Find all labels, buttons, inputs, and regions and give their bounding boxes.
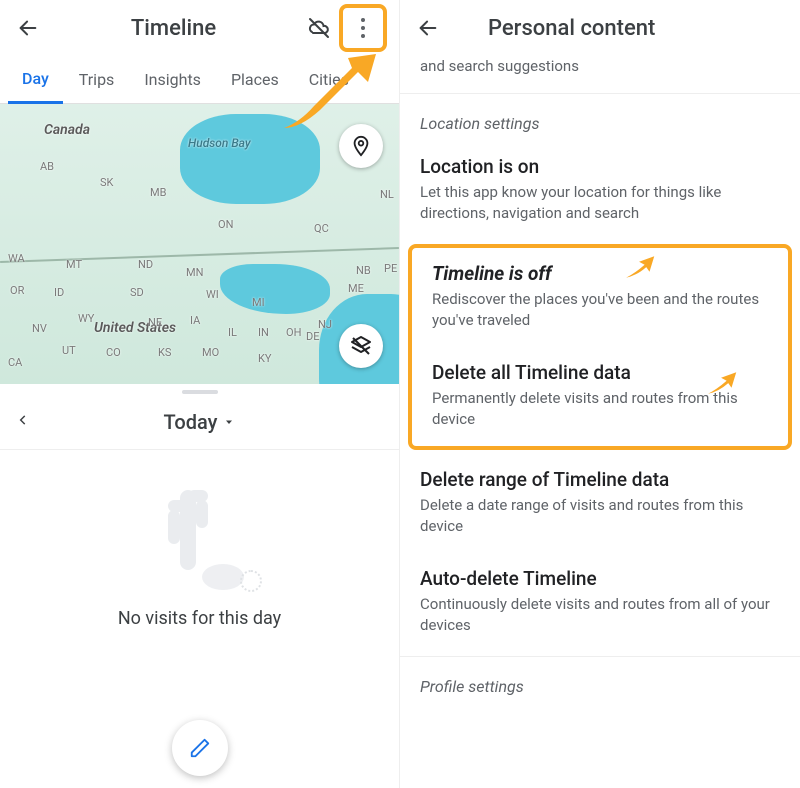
pencil-icon <box>189 737 211 759</box>
back-button[interactable] <box>408 8 448 48</box>
map-label-us: United States <box>94 320 176 336</box>
setting-title: Location is on <box>420 155 780 178</box>
setting-desc: Delete a date range of visits and routes… <box>420 495 780 537</box>
map-water <box>220 264 330 314</box>
empty-illustration <box>140 480 260 600</box>
map-label: CO <box>106 346 121 359</box>
map-label: NJ <box>318 318 332 331</box>
map-label: SD <box>130 286 144 299</box>
setting-auto-delete[interactable]: Auto-delete Timeline Continuously delete… <box>400 553 800 652</box>
setting-desc: Let this app know your location for thin… <box>420 182 780 224</box>
setting-timeline-toggle[interactable]: Timeline is off Rediscover the places yo… <box>412 248 788 347</box>
page-title: Personal content <box>488 16 655 41</box>
map-label: WY <box>78 312 94 325</box>
map-label: UT <box>62 344 76 357</box>
annotation-arrow-icon <box>701 363 743 405</box>
setting-title: Auto-delete Timeline <box>420 567 780 590</box>
arrow-left-icon <box>417 17 439 39</box>
map-label: WA <box>8 252 25 265</box>
map-label: MI <box>252 296 265 309</box>
personal-content-header: Personal content <box>400 0 800 56</box>
map-label: OH <box>286 326 301 339</box>
map-label-canada: Canada <box>44 122 90 138</box>
date-selector-row: Today <box>0 394 399 450</box>
map-label: NE <box>148 316 162 329</box>
map-label: SK <box>100 176 113 189</box>
map-label: ME <box>348 282 364 295</box>
setting-desc: Continuously delete visits and routes fr… <box>420 594 780 636</box>
map-label: PE <box>384 262 397 275</box>
empty-state: No visits for this day <box>0 450 399 629</box>
location-pin-button[interactable] <box>339 124 383 168</box>
layers-button[interactable] <box>339 324 383 368</box>
arrow-left-icon <box>17 17 39 39</box>
map-label: NV <box>32 322 47 335</box>
annotation-arrow-icon <box>619 247 661 289</box>
chevron-left-icon <box>16 413 30 427</box>
setting-title: Delete range of Timeline data <box>420 468 780 491</box>
map-label: IA <box>190 314 200 327</box>
map-label: MO <box>202 346 219 359</box>
map-label: NL <box>380 188 394 201</box>
map-view[interactable]: Canada Hudson Bay United States AB SK MB… <box>0 104 399 384</box>
overflow-menu-button[interactable] <box>339 4 387 52</box>
setting-delete-range[interactable]: Delete range of Timeline data Delete a d… <box>400 454 800 553</box>
back-button[interactable] <box>8 8 48 48</box>
tab-day[interactable]: Day <box>8 56 63 104</box>
layers-off-icon <box>349 334 373 358</box>
divider <box>400 656 800 657</box>
map-label: KS <box>158 346 171 359</box>
personal-content-screen: Personal content and search suggestions … <box>400 0 800 788</box>
map-label-hudson-bay: Hudson Bay <box>188 136 251 150</box>
cloud-off-icon <box>307 16 331 40</box>
map-label: KY <box>258 352 272 365</box>
previous-day-button[interactable] <box>16 411 30 432</box>
map-label: MT <box>66 258 82 271</box>
map-label: IL <box>228 326 237 339</box>
empty-state-text: No visits for this day <box>118 608 281 629</box>
annotation-highlight-box: Timeline is off Rediscover the places yo… <box>408 244 792 450</box>
date-label-text: Today <box>164 410 218 434</box>
edit-fab[interactable] <box>172 720 228 776</box>
map-label: MB <box>150 186 166 199</box>
setting-location[interactable]: Location is on Let this app know your lo… <box>400 141 800 240</box>
map-label: QC <box>314 222 329 235</box>
section-header-profile: Profile settings <box>400 661 800 696</box>
setting-desc: Rediscover the places you've been and th… <box>432 289 768 331</box>
map-label: OR <box>10 284 24 297</box>
timeline-screen: Timeline Day Trips Insights Places Citie… <box>0 0 400 788</box>
tab-insights[interactable]: Insights <box>130 56 215 104</box>
map-label: MN <box>186 266 203 279</box>
incognito-toggle[interactable] <box>299 8 339 48</box>
map-label: ON <box>218 218 233 231</box>
section-header-location: Location settings <box>400 94 800 141</box>
location-pin-icon <box>350 135 372 157</box>
map-label: IN <box>258 326 269 339</box>
map-label: AB <box>40 160 54 173</box>
timeline-header: Timeline <box>0 0 399 56</box>
map-label: WI <box>206 288 219 301</box>
more-vert-icon <box>361 16 365 40</box>
map-label: DE <box>306 330 319 343</box>
date-picker-button[interactable]: Today <box>164 410 236 434</box>
tab-trips[interactable]: Trips <box>65 56 129 104</box>
map-label: CA <box>8 356 22 369</box>
page-title: Timeline <box>48 16 299 41</box>
map-label: ND <box>138 258 153 271</box>
annotation-cursor-arrow <box>280 50 380 130</box>
caret-down-icon <box>223 416 235 428</box>
setting-title: Timeline is off <box>432 262 768 285</box>
truncated-setting-desc: and search suggestions <box>400 56 800 94</box>
map-border <box>0 247 399 263</box>
map-label: NB <box>356 264 371 277</box>
map-label: ID <box>54 286 64 299</box>
